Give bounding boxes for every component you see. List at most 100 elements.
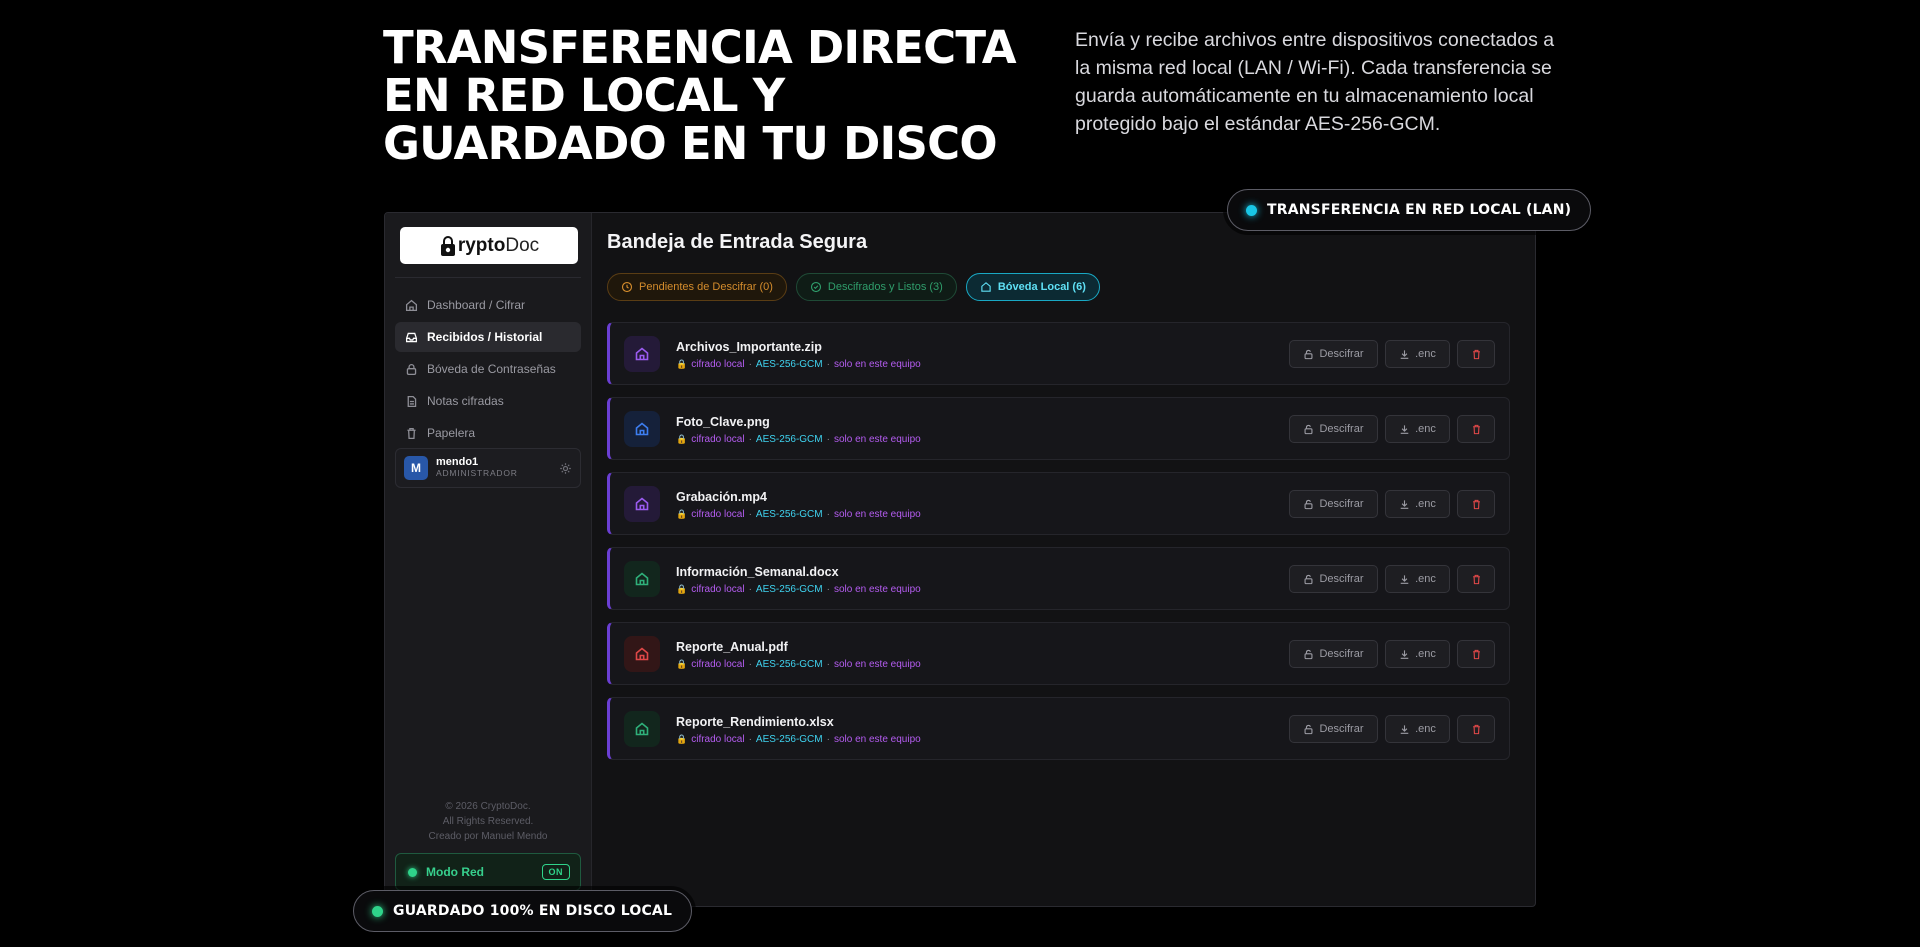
vault-file-icon (624, 561, 660, 597)
home-icon (405, 299, 418, 311)
download-label: .enc (1415, 423, 1436, 435)
meta-separator: · (826, 659, 830, 670)
cryptodoc-logo[interactable]: rypto Doc (400, 227, 578, 264)
download-icon (1400, 574, 1409, 584)
trash-icon (1472, 424, 1480, 434)
avatar: M (404, 456, 428, 480)
decrypt-button[interactable]: Descifrar (1289, 565, 1378, 593)
sidebar-item-trash[interactable]: Papelera (395, 418, 581, 448)
delete-button[interactable] (1457, 490, 1495, 518)
meta-algorithm: AES-256-GCM (755, 434, 823, 445)
network-mode-state: ON (541, 864, 570, 880)
tab-pending[interactable]: Pendientes de Descifrar (0) (607, 273, 787, 301)
decrypt-button[interactable]: Descifrar (1289, 640, 1378, 668)
tab-decrypted[interactable]: Descifrados y Listos (3) (795, 273, 957, 301)
meta-local: cifrado local (691, 659, 745, 670)
meta-separator: · (826, 584, 830, 595)
sidebar-nav: Dashboard / Cifrar Recibidos / Historial… (395, 290, 581, 450)
lock-icon: 🔒 (676, 359, 688, 369)
download-enc-button[interactable]: .enc (1385, 565, 1450, 593)
download-enc-button[interactable]: .enc (1385, 490, 1450, 518)
hero-title: TRANSFERENCIA DIRECTA EN RED LOCAL Y GUA… (383, 21, 1017, 170)
sidebar-item-password-vault[interactable]: Bóveda de Contraseñas (395, 354, 581, 384)
file-list: Archivos_Importante.zip 🔒 cifrado local · AE… (607, 322, 1510, 772)
download-label: .enc (1415, 348, 1436, 360)
file-name: Grabación.mp4 (676, 490, 767, 504)
meta-device: solo en este equipo (833, 659, 921, 670)
file-row[interactable]: Información_Semanal.docx 🔒 cifrado local · A… (607, 547, 1510, 610)
download-icon (1400, 424, 1409, 434)
file-name: Archivos_Importante.zip (676, 340, 822, 354)
file-name: Reporte_Rendimiento.xlsx (676, 715, 834, 729)
file-row[interactable]: Reporte_Rendimiento.xlsx 🔒 cifrado local · A… (607, 697, 1510, 760)
file-row[interactable]: Grabación.mp4 🔒 cifrado local · AES-256-GCM ·… (607, 472, 1510, 535)
padlock-c-icon (439, 235, 457, 257)
file-row[interactable]: Reporte_Anual.pdf 🔒 cifrado local · AES-256-… (607, 622, 1510, 685)
meta-device: solo en este equipo (833, 584, 921, 595)
file-actions: Descifrar .enc (1289, 340, 1495, 368)
app-window: rypto Doc Dashboard / Cifrar Recibidos / … (384, 212, 1536, 907)
decrypt-button[interactable]: Descifrar (1289, 715, 1378, 743)
download-label: .enc (1415, 648, 1436, 660)
meta-device: solo en este equipo (833, 734, 921, 745)
sidebar-item-received[interactable]: Recibidos / Historial (395, 322, 581, 352)
delete-button[interactable] (1457, 640, 1495, 668)
download-icon (1400, 499, 1409, 509)
lock-icon: 🔒 (676, 584, 688, 594)
trash-icon (1472, 724, 1480, 734)
download-enc-button[interactable]: .enc (1385, 340, 1450, 368)
download-icon (1400, 724, 1409, 734)
meta-algorithm: AES-256-GCM (755, 659, 823, 670)
sidebar-item-label: Bóveda de Contraseñas (427, 362, 556, 376)
vault-file-icon (624, 636, 660, 672)
unlock-icon (1304, 724, 1313, 734)
file-name: Foto_Clave.png (676, 415, 770, 429)
download-enc-button[interactable]: .enc (1385, 415, 1450, 443)
download-enc-button[interactable]: .enc (1385, 715, 1450, 743)
meta-separator: · (748, 509, 752, 520)
check-circle-icon (810, 281, 821, 293)
delete-button[interactable] (1457, 565, 1495, 593)
download-label: .enc (1415, 573, 1436, 585)
decrypt-button[interactable]: Descifrar (1289, 490, 1378, 518)
sidebar-item-encrypted-notes[interactable]: Notas cifradas (395, 386, 581, 416)
logo-suffix: Doc (505, 234, 540, 256)
status-dot-icon (408, 867, 417, 877)
copyright-text: © 2026 CryptoDoc. (445, 801, 531, 812)
sidebar-item-label: Recibidos / Historial (427, 330, 543, 344)
network-mode-toggle[interactable]: Modo Red ON (395, 853, 581, 891)
delete-button[interactable] (1457, 340, 1495, 368)
meta-local: cifrado local (691, 734, 745, 745)
delete-button[interactable] (1457, 415, 1495, 443)
decrypt-button[interactable]: Descifrar (1289, 340, 1378, 368)
unlock-icon (1304, 499, 1313, 509)
file-row[interactable]: Archivos_Importante.zip 🔒 cifrado local · AE… (607, 322, 1510, 385)
unlock-icon (1304, 424, 1313, 434)
meta-device: solo en este equipo (833, 359, 921, 370)
tab-local-vault[interactable]: Bóveda Local (6) (965, 273, 1100, 301)
user-card[interactable]: M mendo1 ADMINISTRADOR (395, 448, 581, 488)
document-icon (407, 395, 417, 407)
file-meta: 🔒 cifrado local · AES-256-GCM · solo en este … (676, 659, 921, 670)
gear-icon[interactable] (559, 462, 572, 475)
meta-local: cifrado local (691, 359, 745, 370)
decrypt-button[interactable]: Descifrar (1289, 415, 1378, 443)
download-enc-button[interactable]: .enc (1385, 640, 1450, 668)
sidebar-item-dashboard[interactable]: Dashboard / Cifrar (395, 290, 581, 320)
status-dot-icon (372, 905, 383, 917)
delete-button[interactable] (1457, 715, 1495, 743)
meta-separator: · (826, 509, 830, 520)
trash-icon (407, 427, 416, 439)
file-row[interactable]: Foto_Clave.png 🔒 cifrado local · AES-256-GCM… (607, 397, 1510, 460)
logo-prefix: rypto (457, 234, 506, 256)
trash-icon (1472, 649, 1480, 659)
disk-badge: GUARDADO 100% EN DISCO LOCAL (353, 890, 693, 932)
meta-separator: · (748, 359, 752, 370)
meta-algorithm: AES-256-GCM (755, 509, 823, 520)
meta-separator: · (826, 734, 830, 745)
meta-separator: · (826, 359, 830, 370)
vault-file-icon (624, 336, 660, 372)
meta-separator: · (748, 734, 752, 745)
sidebar-footer: © 2026 CryptoDoc. All Rights Reserved. C… (385, 799, 591, 844)
download-icon (1400, 649, 1409, 659)
